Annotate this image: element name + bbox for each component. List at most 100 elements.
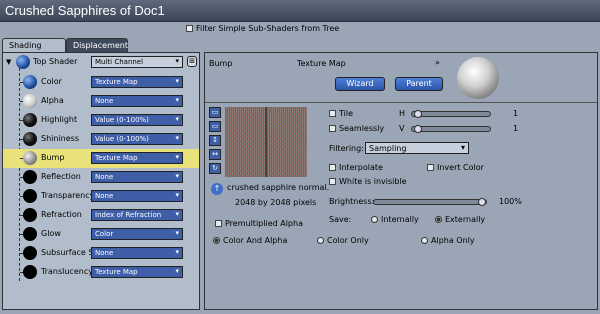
- shader-tree-panel: ▼ Top Shader Multi Channel ⊞ Color Textu…: [2, 52, 200, 310]
- tree-row-refraction[interactable]: Refraction Index of Refraction: [3, 206, 199, 225]
- save-internally-option[interactable]: Internally: [371, 215, 419, 224]
- invert-color-checkbox[interactable]: [427, 164, 434, 171]
- tree-row-label: Bump: [41, 153, 65, 162]
- internally-radio[interactable]: [371, 216, 378, 223]
- slider-knob[interactable]: [478, 198, 486, 206]
- v-value: 1: [513, 124, 519, 133]
- alpha-only-label: Alpha Only: [431, 236, 475, 245]
- black-ball-icon: [23, 227, 37, 241]
- channel-select[interactable]: None: [91, 190, 183, 202]
- tree-row-label: Alpha: [41, 96, 64, 105]
- alpha-only-radio[interactable]: [421, 237, 428, 244]
- channel-select[interactable]: Index of Refraction: [91, 209, 183, 221]
- shader-type-label: Texture Map: [297, 59, 346, 68]
- interpolate-checkbox[interactable]: [329, 164, 336, 171]
- tab-shading[interactable]: Shading: [2, 38, 66, 53]
- tree-row-label: Subsurface Sc: [41, 248, 91, 257]
- tab-displacement[interactable]: Displacement: [66, 38, 128, 53]
- h-slider[interactable]: [411, 110, 491, 118]
- rotate-icon[interactable]: ↻: [209, 163, 221, 174]
- tree-row-shininess[interactable]: Shininess Value (0-100%): [3, 130, 199, 149]
- tree-row-translucency[interactable]: Translucency Texture Map: [3, 263, 199, 282]
- h-label: H: [399, 109, 406, 118]
- channel-select[interactable]: None: [91, 95, 183, 107]
- white-invisible-checkbox[interactable]: [329, 178, 336, 185]
- tree-row-label: Top Shader: [33, 57, 78, 66]
- color-and-alpha-label: Color And Alpha: [223, 236, 288, 245]
- tree-row-label: Transparency: [41, 191, 91, 200]
- up-arrow-icon[interactable]: ↑: [211, 183, 223, 195]
- open-folder-icon[interactable]: ▭: [209, 121, 221, 132]
- black-ball-icon: [23, 132, 37, 146]
- tree-row-bump[interactable]: Bump Texture Map: [3, 149, 199, 168]
- alpha-only-option[interactable]: Alpha Only: [421, 236, 475, 245]
- channel-select[interactable]: Value (0-100%): [91, 133, 183, 145]
- channel-select[interactable]: None: [91, 171, 183, 183]
- color-and-alpha-radio[interactable]: [213, 237, 220, 244]
- tree-row-highlight[interactable]: Highlight Value (0-100%): [3, 111, 199, 130]
- wizard-button[interactable]: Wizard: [335, 77, 385, 91]
- title-bar: Crushed Sapphires of Doc1: [0, 0, 600, 22]
- expand-triangle-icon[interactable]: ▼: [6, 58, 11, 66]
- tile-label: Tile: [339, 109, 354, 118]
- save-externally-option[interactable]: Externally: [435, 215, 485, 224]
- externally-radio[interactable]: [435, 216, 442, 223]
- open-folder-icon[interactable]: ▭: [209, 107, 221, 118]
- channel-select[interactable]: Texture Map: [91, 266, 183, 278]
- color-and-alpha-option[interactable]: Color And Alpha: [213, 236, 287, 245]
- black-ball-icon: [23, 246, 37, 260]
- seamlessly-row: Seamlessly: [329, 124, 384, 133]
- tree-row-color[interactable]: Color Texture Map: [3, 73, 199, 92]
- shader-type-select[interactable]: Multi Channel: [91, 56, 183, 68]
- black-ball-icon: [23, 265, 37, 279]
- channel-select[interactable]: None: [91, 247, 183, 259]
- v-slider[interactable]: [411, 125, 491, 133]
- tree-row-label: Reflection: [41, 172, 81, 181]
- flip-vertical-icon[interactable]: ↕: [209, 135, 221, 146]
- filtering-select[interactable]: Sampling: [365, 142, 469, 154]
- tree-row-glow[interactable]: Glow Color: [3, 225, 199, 244]
- tile-row: Tile: [329, 109, 353, 118]
- color-only-radio[interactable]: [317, 237, 324, 244]
- filter-checkbox[interactable]: [186, 25, 193, 32]
- premultiplied-row: Premultiplied Alpha: [215, 219, 303, 228]
- tree-row-reflection[interactable]: Reflection None: [3, 168, 199, 187]
- black-ball-icon: [23, 113, 37, 127]
- tree-row-label: Shininess: [41, 134, 79, 143]
- blue-ball-icon: [23, 75, 37, 89]
- invert-color-label: Invert Color: [437, 163, 484, 172]
- interpolate-row: Interpolate: [329, 163, 383, 172]
- brightness-label: Brightness:: [329, 197, 375, 206]
- parent-button[interactable]: Parent: [395, 77, 443, 91]
- tree-row-label: Translucency: [41, 267, 91, 276]
- slider-knob[interactable]: [414, 110, 422, 118]
- slider-knob[interactable]: [414, 125, 422, 133]
- brightness-slider[interactable]: [373, 198, 487, 206]
- seamlessly-checkbox[interactable]: [329, 125, 336, 132]
- channel-select[interactable]: Texture Map: [91, 152, 183, 164]
- tree-row-alpha[interactable]: Alpha None: [3, 92, 199, 111]
- texture-thumbnail: [225, 107, 307, 177]
- tree-row-transparency[interactable]: Transparency None: [3, 187, 199, 206]
- filter-label: Filter Simple Sub-Shaders from Tree: [196, 24, 340, 33]
- premultiplied-checkbox[interactable]: [215, 220, 222, 227]
- collapse-icon[interactable]: »: [435, 58, 440, 67]
- color-only-option[interactable]: Color Only: [317, 236, 369, 245]
- channel-select[interactable]: Value (0-100%): [91, 114, 183, 126]
- tree-row-label: Color: [41, 77, 62, 86]
- flip-horizontal-icon[interactable]: ↔: [209, 149, 221, 160]
- brightness-value: 100%: [499, 197, 522, 206]
- tree-row-subsurface[interactable]: Subsurface Sc None: [3, 244, 199, 263]
- white-invisible-label: White is invisible: [339, 177, 407, 186]
- tile-checkbox[interactable]: [329, 110, 336, 117]
- black-ball-icon: [23, 208, 37, 222]
- tree-row-top-shader[interactable]: ▼ Top Shader Multi Channel ⊞: [3, 53, 199, 72]
- editor-header: Bump Texture Map »: [205, 53, 597, 73]
- white-ball-icon: [23, 94, 37, 108]
- channel-select[interactable]: Color: [91, 228, 183, 240]
- channel-select[interactable]: Texture Map: [91, 76, 183, 88]
- seamlessly-label: Seamlessly: [339, 124, 385, 133]
- filter-bar: Filter Simple Sub-Shaders from Tree: [0, 22, 600, 36]
- internally-label: Internally: [381, 215, 419, 224]
- library-icon[interactable]: ⊞: [187, 56, 197, 67]
